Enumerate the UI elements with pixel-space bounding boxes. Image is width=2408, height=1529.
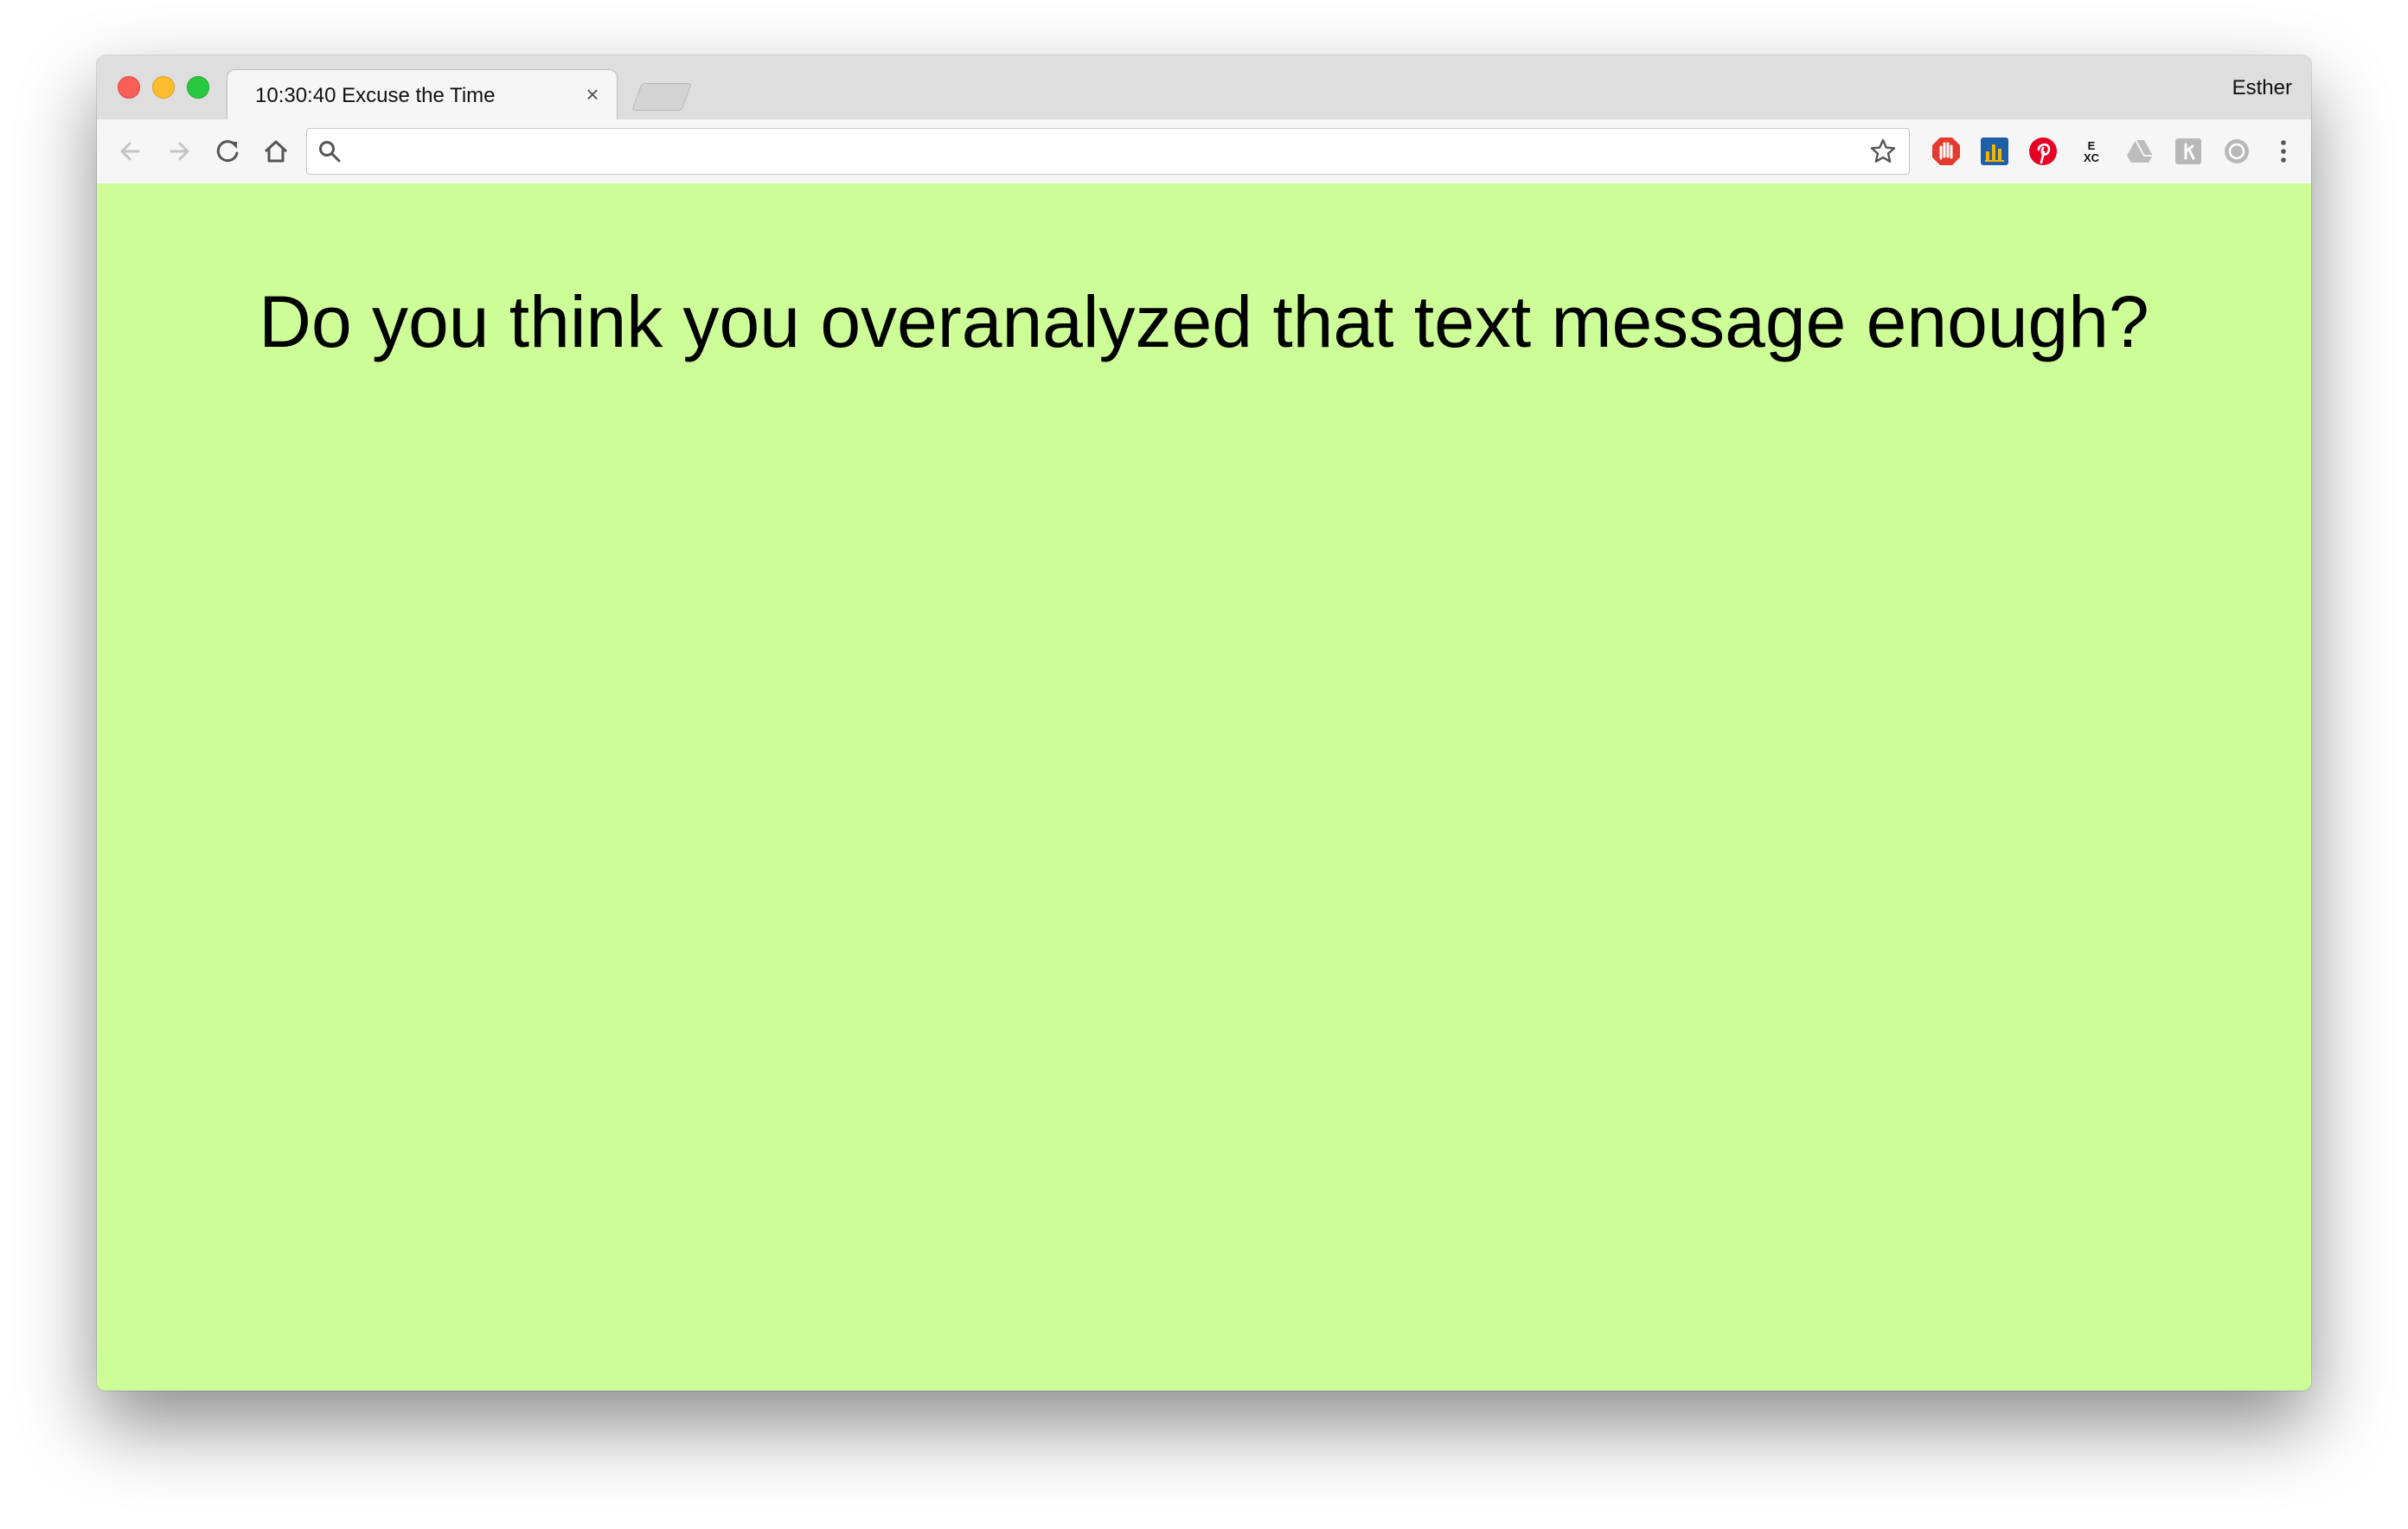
- browser-toolbar: E XC: [97, 119, 2311, 184]
- profile-name[interactable]: Esther: [2232, 76, 2292, 100]
- forward-arrow-icon[interactable]: [163, 135, 195, 168]
- exc-icon[interactable]: E XC: [2074, 134, 2109, 169]
- new-tab-button[interactable]: [631, 83, 692, 111]
- drive-icon[interactable]: [2123, 134, 2157, 169]
- star-icon[interactable]: [1869, 138, 1897, 165]
- minimize-window-button[interactable]: [152, 76, 175, 99]
- active-tab[interactable]: 10:30:40 Excuse the Time ×: [227, 69, 618, 122]
- tab-title: 10:30:40 Excuse the Time: [255, 84, 496, 107]
- page-content: Do you think you overanalyzed that text …: [97, 183, 2311, 1391]
- stop-hand-icon[interactable]: [1929, 134, 1963, 169]
- maximize-window-button[interactable]: [187, 76, 209, 99]
- extension-icon[interactable]: [2171, 134, 2206, 169]
- home-icon[interactable]: [259, 135, 292, 168]
- address-bar[interactable]: [306, 128, 1910, 175]
- tab-strip: 10:30:40 Excuse the Time × Esther: [97, 55, 2311, 122]
- close-tab-icon[interactable]: ×: [580, 82, 605, 106]
- pinterest-icon[interactable]: [2026, 134, 2060, 169]
- reload-icon[interactable]: [211, 135, 244, 168]
- svg-text:XC: XC: [2084, 151, 2100, 164]
- page-headline: Do you think you overanalyzed that text …: [259, 281, 2149, 362]
- sync-icon[interactable]: [2219, 134, 2254, 169]
- menu-dots-icon[interactable]: [2266, 134, 2301, 169]
- browser-window: 10:30:40 Excuse the Time × Esther E XC D…: [97, 55, 2311, 1391]
- search-icon: [319, 141, 341, 163]
- address-input[interactable]: [352, 134, 1852, 170]
- svg-text:E: E: [2088, 139, 2096, 152]
- bar-chart-icon[interactable]: [1977, 134, 2012, 169]
- back-arrow-icon[interactable]: [114, 135, 147, 168]
- close-window-button[interactable]: [118, 76, 140, 99]
